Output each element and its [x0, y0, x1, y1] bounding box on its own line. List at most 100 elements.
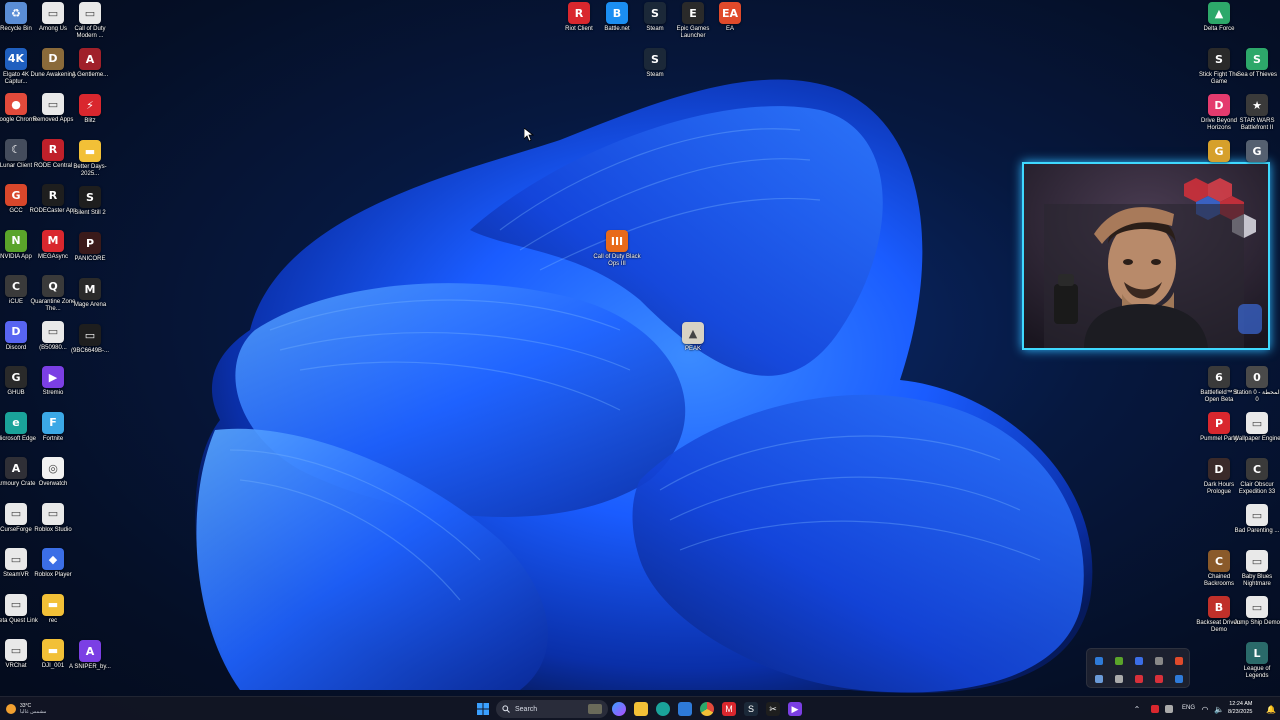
chrome-icon[interactable] [700, 702, 714, 716]
steam-icon: S [644, 48, 666, 70]
weather-widget[interactable]: 33°C مشمس غالبا [6, 700, 47, 718]
meta-quest-icon: ▭ [5, 593, 27, 616]
tray-app-icon-7[interactable] [1115, 675, 1123, 683]
armoury-crate-icon: A [5, 457, 27, 479]
desktop-icon[interactable]: S Sea of Thieves [1235, 48, 1279, 79]
wallpaper-engine-icon: ▭ [1246, 412, 1268, 434]
desktop-icon[interactable]: G [1235, 140, 1279, 164]
mega-icon[interactable]: M [722, 702, 736, 716]
tray-app-icon-5[interactable] [1175, 657, 1183, 665]
desktop-icon[interactable]: ▭ Roblox Studio [31, 502, 75, 534]
edge-icon[interactable] [656, 702, 670, 716]
desktop-icon[interactable]: M Mage Arena [68, 278, 112, 309]
desktop-icon-label: Mage Arena [73, 302, 107, 308]
riot-client-icon: R [568, 2, 590, 24]
stremio-icon: ▶ [42, 366, 64, 388]
desktop-icon-label: STAR WARS Battlefront II [1239, 118, 1275, 131]
webcam-person-image [1024, 164, 1268, 348]
tray-app-icon-10[interactable] [1175, 675, 1183, 683]
desktop-icon-label: EA [725, 26, 734, 32]
desktop-icon[interactable]: ⚡ Blitz [68, 94, 112, 125]
desktop-icon[interactable]: F Fortnite [31, 411, 75, 443]
tray-app-icon-2[interactable] [1115, 657, 1123, 665]
desktop-icon-label: Silent Still 2 [74, 210, 106, 216]
search-icon [502, 705, 510, 713]
desktop-icon[interactable]: ▭ (9BC6649B-... [68, 324, 112, 355]
tray-app-icon-9[interactable] [1155, 675, 1163, 683]
start-windows-icon[interactable] [476, 702, 490, 716]
desktop-icon[interactable]: ▬ rec [31, 593, 75, 625]
desktop-icon[interactable]: III Call of Duty Black Ops III [593, 230, 641, 268]
desktop-icon[interactable]: ▭ Wallpaper Engine [1233, 412, 1280, 443]
desktop-icon[interactable]: ★ STAR WARS Battlefront II [1235, 94, 1279, 132]
clock[interactable]: 12:24 AM 8/23/2025 [1228, 700, 1252, 716]
store-icon[interactable] [678, 702, 692, 716]
fortnite-icon: F [42, 411, 64, 434]
desktop-icon[interactable]: ▭ Baby Blues Nightmare [1235, 550, 1279, 588]
elgato-icon: 4K [5, 47, 27, 70]
edge-icon: e [5, 411, 27, 434]
tray-app-icon-3[interactable] [1135, 657, 1143, 665]
desktop-icon-label: Jump Ship Demo [1233, 620, 1280, 626]
folder-icon: ▬ [79, 140, 101, 162]
weather-sun-icon [6, 704, 16, 714]
desktop-icon[interactable]: ▭ Bad Parenting ... [1235, 504, 1279, 535]
language-indicator[interactable]: ENG [1182, 705, 1195, 711]
desktop-icon-label: rec [48, 617, 58, 624]
desktop-icon[interactable]: C Clair Obscur Expedition 33 [1235, 458, 1279, 496]
desktop-icon-label: Call of Duty Modern ... [74, 26, 106, 39]
tray-app-icon-b[interactable] [1162, 702, 1176, 716]
desktop-icon[interactable]: A A SNIPER_by... [68, 640, 112, 671]
blitz-icon: ⚡ [79, 94, 101, 116]
stremio-icon[interactable]: ▶ [788, 702, 802, 716]
desktop-icon[interactable]: S Steam [633, 48, 677, 79]
chrome-icon: ● [5, 93, 27, 115]
desktop-icon[interactable]: ▬ Better Days-2025... [68, 140, 112, 178]
panicore-icon: P [79, 232, 101, 254]
desktop-icon[interactable]: ▲ PEAK [671, 322, 715, 353]
capcut-icon[interactable]: ✂ [766, 702, 780, 716]
roblox-player-icon: ◆ [42, 548, 64, 570]
desktop-icon[interactable]: ▶ Stremio [31, 366, 75, 397]
desktop-icon[interactable]: ▲ Delta Force [1197, 2, 1241, 33]
tray-app-icon-6[interactable] [1095, 675, 1103, 683]
desktop-icon[interactable]: 0 Station 0 - المحطة 0 [1233, 366, 1280, 404]
rode-central-icon: R [42, 138, 64, 161]
copilot-icon[interactable] [612, 702, 626, 716]
tray-app-icon-a[interactable] [1148, 702, 1162, 716]
removed-apps-icon: ▭ [42, 93, 64, 115]
folder-icon: ▬ [42, 639, 64, 661]
quarantine-zone-icon: Q [42, 275, 64, 297]
tray-app-icon-4[interactable] [1155, 657, 1163, 665]
file-icon: ▭ [79, 324, 101, 346]
wifi-icon[interactable]: ◠ [1198, 702, 1212, 716]
tray-app-icon-1[interactable] [1095, 657, 1103, 665]
desktop-icon[interactable]: S Silent Still 2 [68, 186, 112, 217]
among-us-icon: ▭ [42, 2, 64, 24]
delta-force-icon: ▲ [1208, 2, 1230, 24]
mage-arena-icon: M [79, 278, 101, 300]
desktop-icon[interactable]: L League of Legends [1235, 642, 1279, 680]
station-icon: 0 [1246, 366, 1268, 388]
desktop-icon-label: Wallpaper Engine [1233, 436, 1280, 442]
tray-app-icon-8[interactable] [1135, 675, 1143, 683]
desktop-icon[interactable]: EA EA [708, 2, 752, 33]
desktop-icon-label: Blitz [84, 118, 96, 124]
desktop-icon[interactable]: A A Gentleme... [68, 48, 112, 79]
desktop-icon[interactable]: ▭ Call of Duty Modern ... [68, 2, 112, 40]
epic-games-icon: E [682, 2, 704, 24]
megasync-icon: M [42, 229, 64, 252]
desktop-icon[interactable]: ▭ Jump Ship Demo [1233, 596, 1280, 627]
sniper-icon: A [79, 640, 101, 662]
tray-chevron-up-icon[interactable]: ⌃ [1130, 702, 1144, 716]
volume-icon[interactable]: 🔈 [1212, 702, 1226, 716]
desktop-icon-label: Roblox Studio [34, 526, 72, 533]
desktop-icon[interactable]: P PANICORE [68, 232, 112, 263]
desktop-icon[interactable]: ◎ Overwatch [31, 457, 75, 488]
file-explorer-icon[interactable] [634, 702, 648, 716]
notification-bell-icon[interactable]: 🔔 [1264, 702, 1278, 716]
silent-still-icon: S [79, 186, 101, 208]
steam-icon[interactable]: S [744, 702, 758, 716]
desktop-icon[interactable]: ◆ Roblox Player [31, 548, 75, 579]
taskbar-search-box[interactable]: Search [496, 700, 608, 718]
